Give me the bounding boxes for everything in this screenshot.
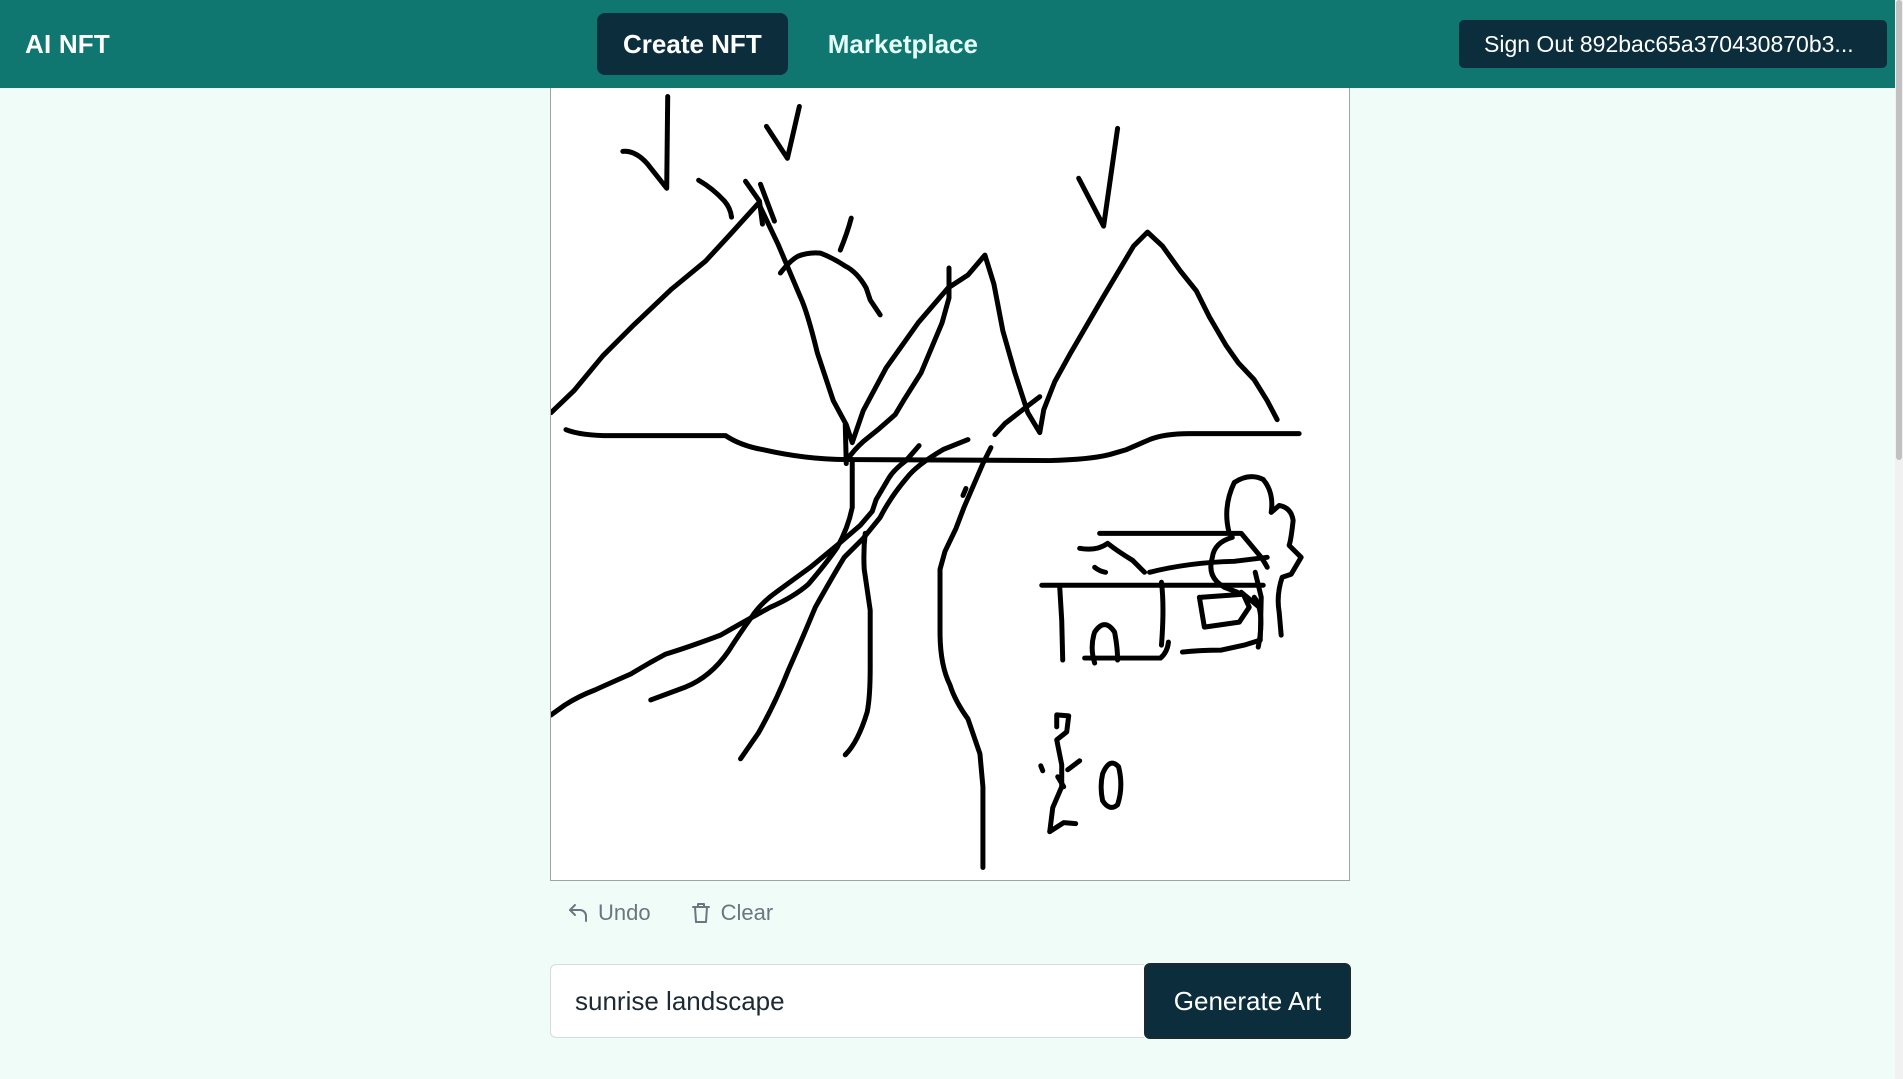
clear-button[interactable]: Clear (689, 900, 774, 926)
page-scrollbar[interactable] (1895, 0, 1903, 1079)
trash-icon (691, 903, 710, 923)
nav-links: Create NFT Marketplace (597, 13, 1004, 75)
prompt-input[interactable] (550, 964, 1144, 1038)
canvas-toolbar: Undo Clear (566, 895, 773, 931)
generate-art-button[interactable]: Generate Art (1144, 963, 1351, 1039)
undo-button[interactable]: Undo (566, 900, 651, 926)
clear-label: Clear (720, 900, 774, 925)
nav-create-nft[interactable]: Create NFT (597, 13, 788, 75)
scrollbar-thumb[interactable] (1896, 0, 1902, 460)
top-navbar: AI NFT Create NFT Marketplace Sign Out 8… (0, 0, 1903, 88)
prompt-form: Generate Art (550, 963, 1351, 1040)
undo-icon (569, 904, 587, 922)
undo-label: Undo (598, 900, 651, 925)
brand-logo[interactable]: AI NFT (25, 0, 110, 88)
sketch-drawing (551, 93, 1304, 871)
sign-out-button[interactable]: Sign Out 892bac65a370430870b3... (1459, 20, 1887, 68)
drawing-canvas[interactable] (550, 88, 1350, 881)
nav-marketplace[interactable]: Marketplace (802, 13, 1004, 75)
